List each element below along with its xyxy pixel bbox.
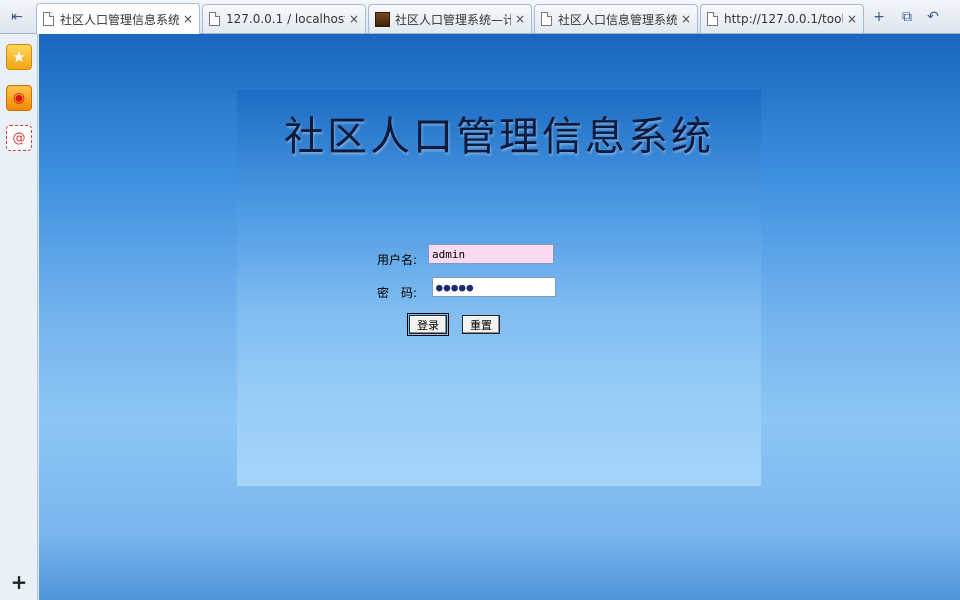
page-title: 社区人口管理信息系统 bbox=[284, 114, 714, 160]
weibo-icon[interactable]: ◉ bbox=[6, 85, 32, 111]
tab-label: 社区人口管理信息系统 bbox=[60, 12, 179, 27]
page-icon bbox=[43, 12, 54, 26]
tab-label: 社区人口管理系统—计 bbox=[395, 12, 511, 27]
login-button[interactable]: 登录 bbox=[407, 313, 449, 336]
page-viewport: 社区人口管理信息系统 用户名: 密 码: 登录 重置 bbox=[39, 34, 960, 600]
tab-community-system[interactable]: 社区人口管理信息系统 × bbox=[36, 3, 200, 34]
undo-close-icon[interactable]: ↶ bbox=[922, 6, 944, 28]
close-icon[interactable]: × bbox=[847, 12, 857, 26]
tab-label: 社区人口信息管理系统 bbox=[558, 12, 677, 27]
tab-localhost[interactable]: 127.0.0.1 / localhost / × bbox=[202, 4, 366, 33]
sidebar-toggle-icon[interactable]: ⇤ bbox=[6, 6, 28, 28]
favorites-icon[interactable]: ★ bbox=[6, 44, 32, 70]
password-input[interactable] bbox=[432, 277, 556, 297]
page-icon bbox=[209, 12, 220, 26]
add-icon[interactable]: + bbox=[9, 570, 29, 594]
password-label: 密 码: bbox=[377, 286, 418, 300]
close-icon[interactable]: × bbox=[183, 12, 193, 26]
close-icon[interactable]: × bbox=[681, 12, 691, 26]
username-label: 用户名: bbox=[377, 253, 418, 267]
tab-population-system[interactable]: 社区人口管理系统—计 × bbox=[368, 4, 532, 33]
browser-tab-bar: ⇤ 社区人口管理信息系统 × 127.0.0.1 / localhost / ×… bbox=[0, 0, 960, 34]
login-panel: 社区人口管理信息系统 用户名: 密 码: 登录 重置 bbox=[237, 90, 761, 486]
username-input[interactable] bbox=[428, 244, 554, 264]
email-icon[interactable]: @ bbox=[6, 125, 32, 151]
page-icon bbox=[707, 12, 718, 26]
app-icon bbox=[375, 11, 390, 27]
tab-label: http://127.0.0.1/tools bbox=[724, 12, 843, 26]
new-tab-button[interactable]: + bbox=[868, 6, 890, 28]
window-list-icon[interactable]: ⧉ bbox=[896, 6, 918, 28]
close-icon[interactable]: × bbox=[515, 12, 525, 26]
browser-sidebar: ★ ◉ @ + bbox=[0, 34, 38, 600]
tab-tools[interactable]: http://127.0.0.1/tools × bbox=[700, 4, 864, 33]
tab-info-system[interactable]: 社区人口信息管理系统 × bbox=[534, 4, 698, 33]
plus-icon: + bbox=[873, 9, 885, 25]
reset-button[interactable]: 重置 bbox=[462, 315, 500, 334]
page-icon bbox=[541, 12, 552, 26]
close-icon[interactable]: × bbox=[349, 12, 359, 26]
tab-label: 127.0.0.1 / localhost / bbox=[226, 12, 345, 26]
